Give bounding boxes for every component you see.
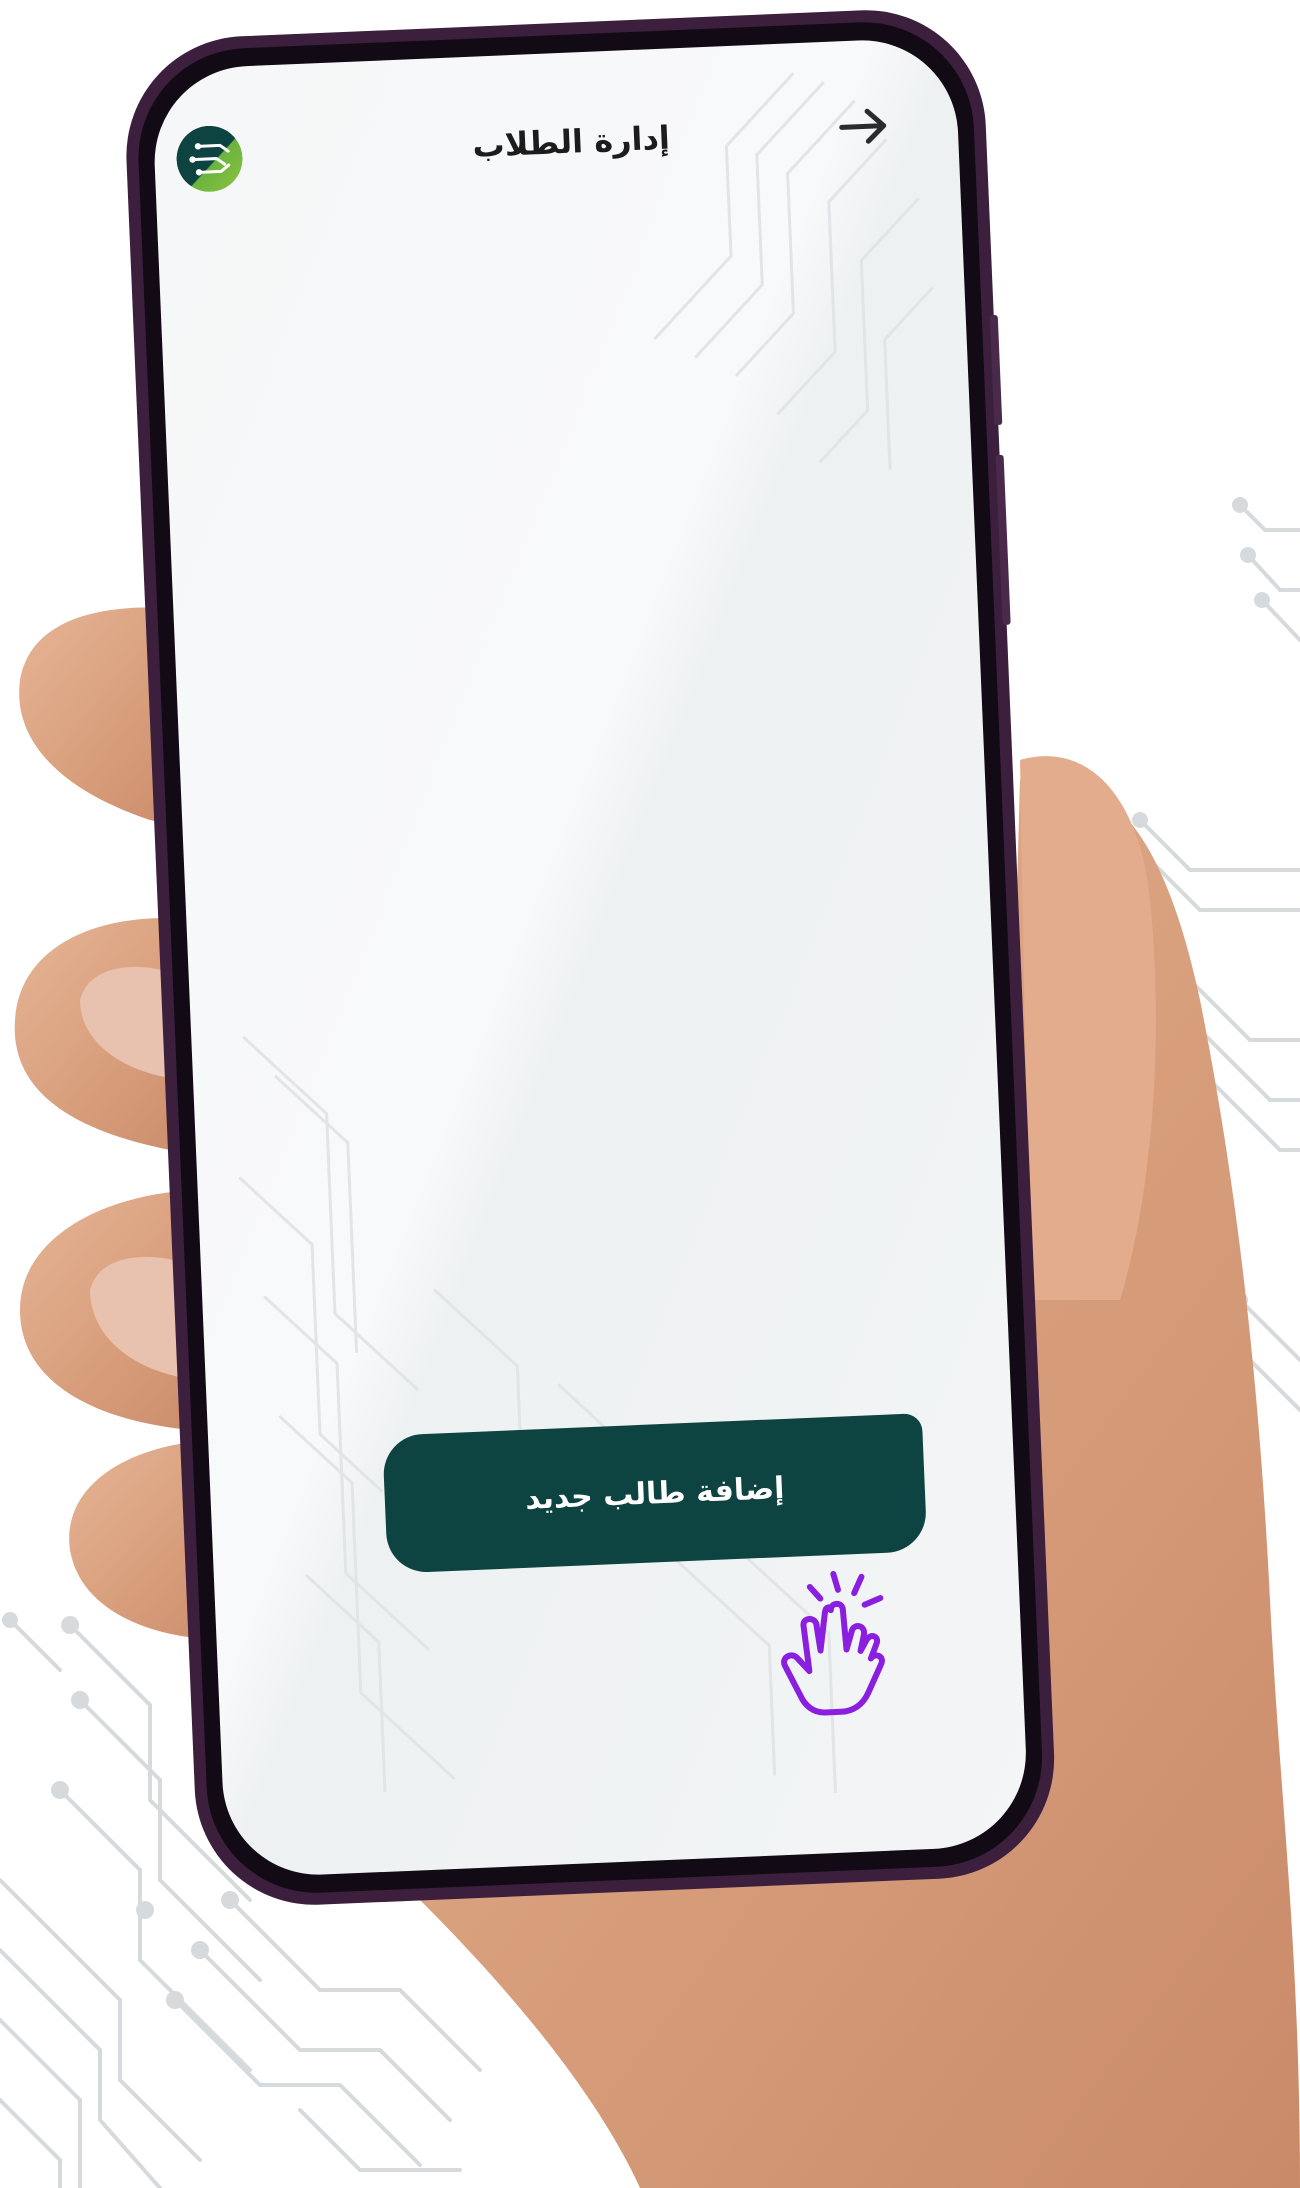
app-header: إدارة الطلاب: [153, 43, 989, 238]
app-screen: إدارة الطلاب إضافة طالب جديد: [153, 43, 1057, 1856]
hand-pointer-click-icon: [781, 1570, 885, 1716]
back-button[interactable]: [830, 93, 897, 160]
arrow-right-icon: [839, 108, 887, 144]
add-student-button[interactable]: إضافة طالب جديد: [382, 1413, 928, 1574]
add-student-button-label: إضافة طالب جديد: [524, 1470, 786, 1517]
circuit-logo-icon: [175, 125, 244, 194]
page-title: إدارة الطلاب: [471, 118, 671, 165]
